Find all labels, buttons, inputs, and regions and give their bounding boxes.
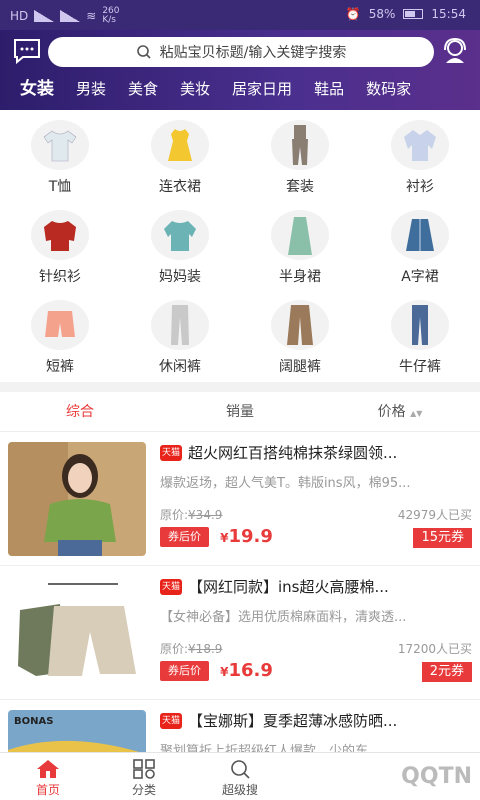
product-title: 【网红同款】ins超火高腰棉... — [188, 578, 389, 596]
product-image — [8, 442, 146, 556]
shirt-icon — [404, 130, 436, 161]
a-skirt-icon — [406, 219, 434, 251]
customer-service-icon[interactable] — [440, 36, 470, 66]
message-icon[interactable] — [12, 38, 42, 65]
original-price: ¥34.9 — [188, 508, 223, 522]
sort-arrows-icon: ▲▼ — [410, 409, 423, 418]
sold-count: 17200人已买 — [397, 642, 472, 656]
tab-super-search-label: 超级搜 — [221, 783, 258, 797]
signal-icon — [34, 10, 55, 22]
network-label: HD — [10, 9, 29, 23]
category-tabs: 女装 男装 美食 美妆 居家日用 鞋品 数码家 — [0, 74, 480, 104]
price: ¥16.9 — [220, 660, 273, 681]
dress-icon — [168, 129, 192, 161]
tab-women[interactable]: 女装 — [0, 74, 65, 104]
subcategory-knit[interactable]: 针织衫 — [0, 202, 120, 292]
search-icon — [136, 45, 151, 59]
category-icon — [133, 759, 155, 779]
product-card[interactable]: 天猫 超火网红百搭纯棉抹茶绿圆领... 爆款返场，超人气美T。韩版ins风，棉95… — [0, 432, 480, 566]
subcategory-jeans[interactable]: 牛仔裤 — [360, 292, 480, 382]
battery-percent: 58% — [368, 7, 396, 21]
subcategory-a-skirt[interactable]: A字裙 — [360, 202, 480, 292]
tab-category-label: 分类 — [131, 783, 156, 797]
suit-icon — [292, 125, 308, 165]
tab-men[interactable]: 男装 — [65, 74, 117, 104]
tab-home[interactable]: 居家日用 — [221, 74, 303, 104]
subcategory-suit[interactable]: 套装 — [240, 112, 360, 202]
tab-shoes[interactable]: 鞋品 — [303, 74, 355, 104]
subcategory-mom-wear[interactable]: 妈妈装 — [120, 202, 240, 292]
tmall-badge: 天猫 — [160, 712, 182, 729]
product-desc: 【女神必备】选用优质棉麻面料，清爽透... — [160, 610, 407, 625]
search-input[interactable]: 粘贴宝贝标题/输入关键字搜索 — [48, 37, 434, 67]
signal-icon — [60, 10, 81, 22]
wifi-icon: ≋ — [86, 9, 97, 23]
jeans-icon — [412, 305, 428, 345]
sold-count: 42979人已买 — [397, 508, 472, 522]
price: ¥19.9 — [220, 526, 273, 547]
subcategory-wide-pants[interactable]: 阔腿裤 — [240, 292, 360, 382]
skirt-icon — [288, 217, 312, 255]
coupon-price-tag: 券后价 — [160, 526, 209, 547]
product-title: 超火网红百搭纯棉抹茶绿圆领... — [188, 444, 398, 462]
casual-pants-icon — [171, 305, 189, 345]
section-divider — [0, 382, 480, 392]
sort-price-label: 价格 — [377, 404, 406, 420]
clock: 15:54 — [431, 7, 466, 21]
coupon-price-tag: 券后价 — [160, 660, 209, 681]
battery-icon — [403, 9, 424, 19]
shorts-icon — [45, 311, 75, 337]
tab-digital[interactable]: 数码家 — [355, 74, 422, 104]
tab-category[interactable]: 分类 — [96, 753, 192, 800]
coupon-badge[interactable]: 15元券 — [413, 528, 472, 548]
product-card[interactable]: 天猫 【网红同款】ins超火高腰棉... 【女神必备】选用优质棉麻面料，清爽透..… — [0, 566, 480, 700]
watermark: QQTN — [401, 764, 472, 789]
sort-bar: 综合 销量 价格 ▲▼ — [0, 392, 480, 432]
subcategory-shorts[interactable]: 短裤 — [0, 292, 120, 382]
subcategory-grid: T恤 连衣裙 套装 衬衫 针织衫 妈妈装 半身裙 A字裙 短裤 休闲裤 阔腿裤 — [0, 110, 480, 382]
sort-comprehensive[interactable]: 综合 — [0, 392, 160, 431]
mom-wear-icon — [164, 221, 196, 251]
brand-logo: BONAS — [14, 716, 54, 727]
original-price-label: 原价: — [160, 642, 189, 656]
home-icon — [37, 760, 59, 778]
tab-beauty[interactable]: 美妆 — [169, 74, 221, 104]
product-image — [8, 576, 146, 690]
network-speed: 260 K/s — [102, 6, 120, 25]
search-placeholder: 粘贴宝贝标题/输入关键字搜索 — [159, 45, 347, 61]
product-desc: 爆款返场，超人气美T。韩版ins风，棉95... — [160, 476, 411, 491]
original-price-label: 原价: — [160, 508, 189, 522]
status-bar: HD ≋ 260 K/s ⏰ 58% 15:54 — [0, 0, 480, 30]
tab-super-search[interactable]: 超级搜 — [192, 753, 288, 800]
sort-price[interactable]: 价格 ▲▼ — [320, 392, 480, 431]
tmall-badge: 天猫 — [160, 444, 182, 461]
tab-food[interactable]: 美食 — [117, 74, 169, 104]
sort-sales[interactable]: 销量 — [160, 392, 320, 431]
product-title: 【宝娜斯】夏季超薄冰感防晒... — [188, 712, 398, 730]
subcategory-casual-pants[interactable]: 休闲裤 — [120, 292, 240, 382]
alarm-icon: ⏰ — [345, 7, 361, 21]
subcategory-tshirt[interactable]: T恤 — [0, 112, 120, 202]
header: 粘贴宝贝标题/输入关键字搜索 女装 男装 美食 美妆 居家日用 鞋品 数码家 — [0, 30, 480, 110]
tshirt-icon — [43, 130, 77, 162]
tab-home[interactable]: 首页 — [0, 753, 96, 800]
search-icon — [231, 760, 250, 779]
tmall-badge: 天猫 — [160, 578, 182, 595]
subcategory-skirt[interactable]: 半身裙 — [240, 202, 360, 292]
original-price: ¥18.9 — [188, 642, 223, 656]
subcategory-shirt[interactable]: 衬衫 — [360, 112, 480, 202]
coupon-badge[interactable]: 2元券 — [421, 662, 472, 682]
tab-home-label: 首页 — [35, 783, 60, 797]
subcategory-dress[interactable]: 连衣裙 — [120, 112, 240, 202]
wide-pants-icon — [287, 305, 313, 345]
knit-icon — [44, 221, 76, 251]
